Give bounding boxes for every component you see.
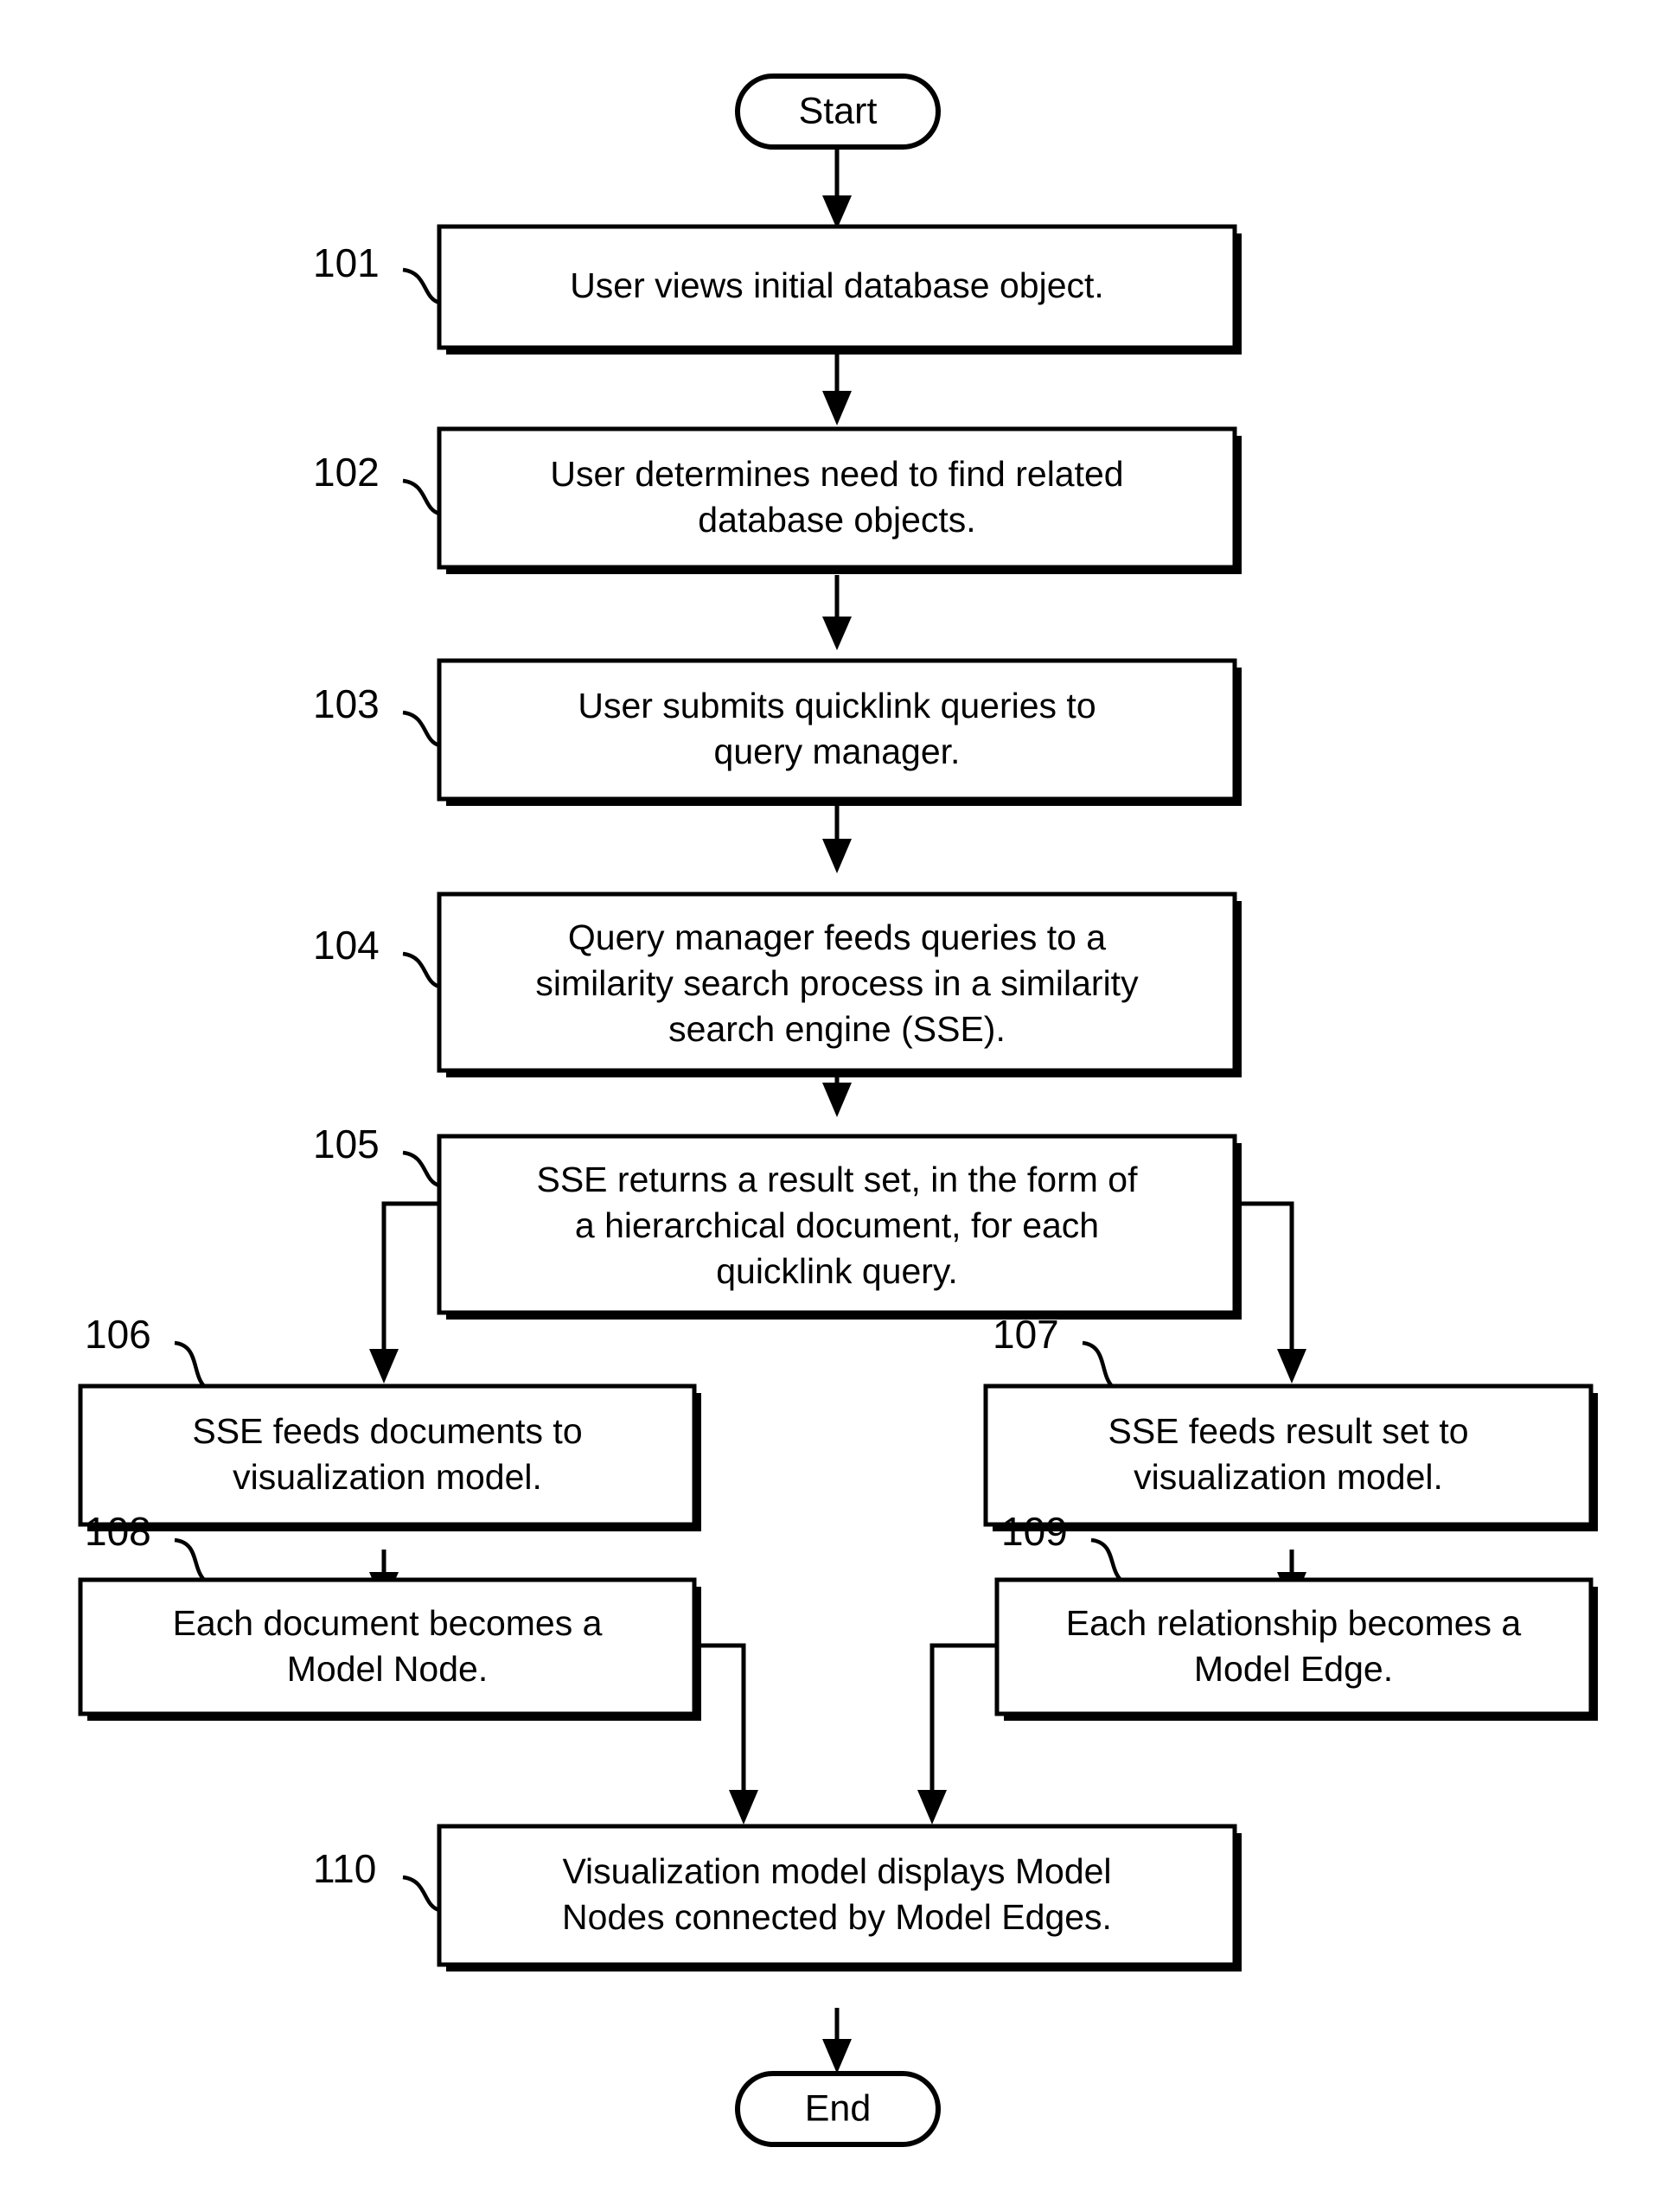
node-103-line-0: User submits quicklink queries to bbox=[578, 686, 1096, 725]
ref-label-106: 106 bbox=[85, 1312, 206, 1388]
node-104-line-2: search engine (SSE). bbox=[668, 1009, 1006, 1049]
connector-101-to-102 bbox=[822, 351, 852, 425]
node-104-line-0: Query manager feeds queries to a bbox=[568, 917, 1106, 957]
ref-105-text: 105 bbox=[313, 1122, 380, 1166]
connector-108-to-110 bbox=[694, 1643, 758, 1825]
flowchart-diagram: Start User views initial database object… bbox=[0, 0, 1680, 2192]
ref-104-text: 104 bbox=[313, 923, 380, 968]
ref-label-103: 103 bbox=[313, 681, 440, 748]
node-101-line-0: User views initial database object. bbox=[570, 265, 1104, 305]
ref-110-text: 110 bbox=[313, 1846, 376, 1891]
connector-110-to-end bbox=[822, 2008, 852, 2074]
connector-109-to-110 bbox=[917, 1643, 997, 1825]
node-102-line-1: database objects. bbox=[698, 500, 975, 540]
node-102-line-0: User determines need to find related bbox=[550, 454, 1123, 494]
ref-102-text: 102 bbox=[313, 450, 380, 495]
connector-102-to-103 bbox=[822, 575, 852, 650]
node-103: User submits quicklink queries to query … bbox=[437, 658, 1242, 806]
node-103-line-1: query manager. bbox=[714, 732, 961, 771]
node-104: Query manager feeds queries to a similar… bbox=[437, 891, 1242, 1077]
node-102: User determines need to find related dat… bbox=[437, 426, 1242, 574]
ref-label-107: 107 bbox=[993, 1312, 1114, 1388]
node-105: SSE returns a result set, in the form of… bbox=[437, 1134, 1242, 1320]
node-108-line-0: Each document becomes a bbox=[173, 1603, 603, 1643]
node-107-line-0: SSE feeds result set to bbox=[1108, 1411, 1468, 1451]
ref-label-104: 104 bbox=[313, 923, 440, 989]
ref-108-text: 108 bbox=[85, 1509, 151, 1554]
connector-start-to-101 bbox=[822, 149, 852, 229]
connector-103-to-104 bbox=[822, 799, 852, 873]
node-110-line-1: Nodes connected by Model Edges. bbox=[562, 1897, 1112, 1937]
ref-106-text: 106 bbox=[85, 1312, 151, 1357]
flowchart-canvas: Start User views initial database object… bbox=[78, 73, 1598, 2147]
node-105-line-2: quicklink query. bbox=[716, 1251, 958, 1291]
node-110-line-0: Visualization model displays Model bbox=[562, 1851, 1111, 1891]
node-start: Start bbox=[735, 73, 941, 150]
ref-109-text: 109 bbox=[1001, 1509, 1068, 1554]
node-105-line-1: a hierarchical document, for each bbox=[575, 1205, 1099, 1245]
node-104-line-1: similarity search process in a similarit… bbox=[535, 963, 1139, 1003]
node-end: End bbox=[735, 2071, 941, 2147]
ref-label-102: 102 bbox=[313, 450, 440, 516]
connector-105-to-106 bbox=[369, 1201, 439, 1384]
node-106-line-0: SSE feeds documents to bbox=[192, 1411, 582, 1451]
ref-label-110: 110 bbox=[313, 1846, 440, 1913]
node-107-line-1: visualization model. bbox=[1134, 1457, 1443, 1497]
end-label: End bbox=[805, 2087, 872, 2129]
node-108-line-1: Model Node. bbox=[287, 1649, 488, 1689]
ref-107-text: 107 bbox=[993, 1312, 1059, 1357]
node-109-line-1: Model Edge. bbox=[1194, 1649, 1393, 1689]
connector-105-to-107 bbox=[1235, 1201, 1306, 1384]
ref-label-105: 105 bbox=[313, 1122, 440, 1188]
node-107: SSE feeds result set to visualization mo… bbox=[983, 1384, 1598, 1531]
node-106-line-1: visualization model. bbox=[233, 1457, 542, 1497]
node-110: Visualization model displays Model Nodes… bbox=[437, 1824, 1242, 1972]
ref-101-text: 101 bbox=[313, 240, 380, 285]
node-109-line-0: Each relationship becomes a bbox=[1066, 1603, 1522, 1643]
ref-103-text: 103 bbox=[313, 681, 380, 726]
node-101: User views initial database object. bbox=[437, 224, 1242, 355]
start-label: Start bbox=[799, 90, 878, 131]
node-109: Each relationship becomes a Model Edge. bbox=[994, 1577, 1598, 1721]
node-105-line-0: SSE returns a result set, in the form of bbox=[536, 1160, 1138, 1199]
node-108: Each document becomes a Model Node. bbox=[78, 1577, 701, 1721]
ref-label-101: 101 bbox=[313, 240, 440, 305]
node-106: SSE feeds documents to visualization mod… bbox=[78, 1384, 701, 1531]
